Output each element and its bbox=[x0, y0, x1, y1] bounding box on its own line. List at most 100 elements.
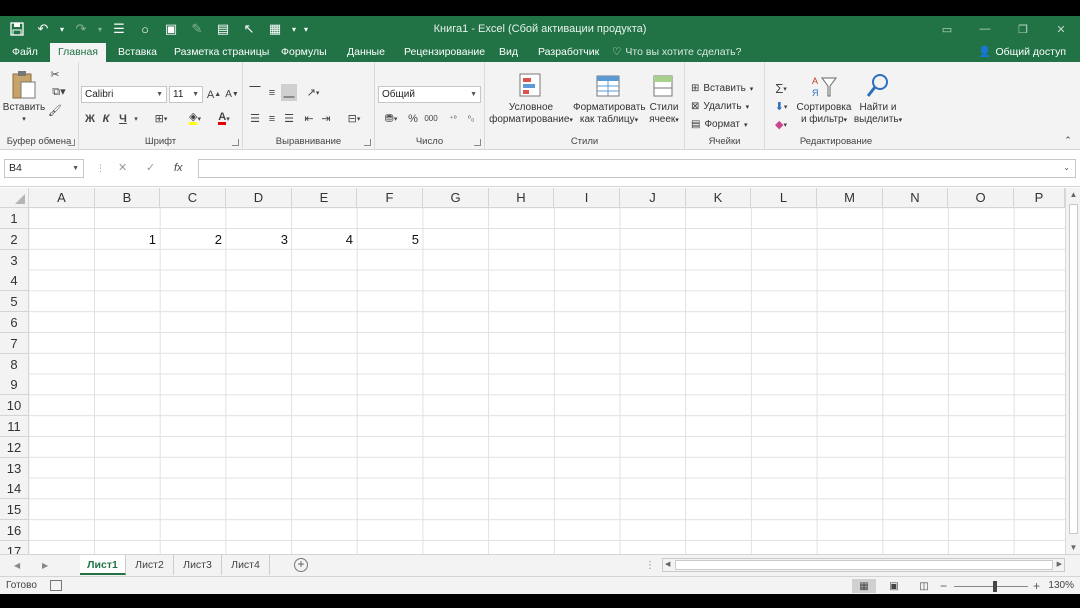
tab-home[interactable]: Главная bbox=[50, 43, 106, 62]
number-launcher-icon[interactable] bbox=[474, 139, 481, 146]
font-size-combo[interactable]: 11 ▼ bbox=[169, 86, 203, 103]
sort-filter-button[interactable]: AЯ Сортировка и фильтр▾ bbox=[795, 66, 853, 127]
row-header-3[interactable]: 3 bbox=[0, 249, 29, 271]
underline-button[interactable]: Ч bbox=[116, 110, 130, 127]
zoom-out-button[interactable]: − bbox=[940, 577, 947, 594]
merge-cells-icon[interactable]: ⊟ ▾ bbox=[341, 110, 367, 127]
row-header-8[interactable]: 8 bbox=[0, 353, 29, 375]
enter-icon[interactable]: ✓ bbox=[146, 159, 155, 178]
row-header-1[interactable]: 1 bbox=[0, 208, 29, 229]
tab-insert[interactable]: Вставка bbox=[112, 42, 163, 62]
row-header-10[interactable]: 10 bbox=[0, 395, 29, 417]
sheet-tab-2[interactable]: Лист2 bbox=[126, 555, 174, 575]
decrease-decimal-icon[interactable]: ⁰₀ bbox=[463, 110, 479, 127]
number-format-combo[interactable]: Общий ▼ bbox=[378, 86, 481, 103]
orientation-icon[interactable]: ↗ ▾ bbox=[301, 84, 325, 101]
zoom-slider[interactable] bbox=[954, 586, 1028, 587]
tab-developer[interactable]: Разработчик bbox=[532, 42, 605, 62]
column-header-m[interactable]: M bbox=[817, 188, 883, 208]
bold-button[interactable]: Ж bbox=[83, 110, 97, 127]
tab-review[interactable]: Рецензирование bbox=[398, 42, 491, 62]
scroll-up-icon[interactable]: ▲ bbox=[1066, 190, 1080, 199]
autosum-icon[interactable]: Σ ▾ bbox=[769, 80, 793, 97]
vertical-scroll-thumb[interactable] bbox=[1069, 204, 1078, 534]
ribbon-display-icon[interactable]: ▭ bbox=[928, 16, 966, 42]
row-header-2[interactable]: 2 bbox=[0, 228, 29, 250]
scroll-left-icon[interactable]: ◀ bbox=[665, 559, 670, 571]
align-top-icon[interactable]: ⎺ bbox=[247, 84, 263, 101]
add-sheet-icon[interactable]: + bbox=[294, 558, 308, 572]
column-header-j[interactable]: J bbox=[620, 188, 686, 208]
insert-cells-button[interactable]: ⊞ Вставить ▾ bbox=[691, 80, 753, 97]
zoom-level[interactable]: 130% bbox=[1048, 577, 1074, 594]
format-cells-button[interactable]: ▤ Формат ▾ bbox=[691, 116, 748, 133]
currency-format-icon[interactable]: ⛃ ▾ bbox=[378, 110, 404, 127]
column-header-g[interactable]: G bbox=[423, 188, 489, 208]
horizontal-scrollbar[interactable]: ◀ ▶ bbox=[662, 558, 1065, 572]
row-header-4[interactable]: 4 bbox=[0, 270, 29, 292]
restore-icon[interactable]: ❐ bbox=[1004, 16, 1042, 42]
italic-button[interactable]: К bbox=[99, 110, 113, 127]
cell-f2[interactable]: 5 bbox=[357, 229, 423, 250]
paste-button[interactable]: Вставить ▾ bbox=[2, 66, 46, 126]
tell-me-box[interactable]: ♡ Что вы хотите сделать? bbox=[612, 42, 742, 62]
tab-file[interactable]: Файл bbox=[6, 42, 44, 62]
tab-view[interactable]: Вид bbox=[493, 42, 524, 62]
fill-icon[interactable]: ⬇ ▾ bbox=[769, 98, 793, 115]
row-header-11[interactable]: 11 bbox=[0, 416, 29, 437]
alignment-launcher-icon[interactable] bbox=[364, 139, 371, 146]
column-header-b[interactable]: B bbox=[95, 188, 160, 208]
cell-e2[interactable]: 4 bbox=[292, 229, 357, 250]
row-header-5[interactable]: 5 bbox=[0, 291, 29, 313]
shrink-font-icon[interactable]: A ▼ bbox=[224, 86, 240, 103]
minimize-icon[interactable]: — bbox=[966, 16, 1004, 42]
cancel-icon[interactable]: ✕ bbox=[118, 159, 127, 178]
conditional-formatting-button[interactable]: Условное форматирование▾ bbox=[487, 66, 575, 127]
row-header-9[interactable]: 9 bbox=[0, 374, 29, 396]
zoom-slider-thumb[interactable] bbox=[993, 581, 997, 592]
format-as-table-button[interactable]: Форматировать как таблицу▾ bbox=[573, 66, 646, 127]
column-header-i[interactable]: I bbox=[554, 188, 620, 208]
row-header-15[interactable]: 15 bbox=[0, 499, 29, 521]
column-header-f[interactable]: F bbox=[357, 188, 423, 208]
increase-indent-icon[interactable]: ⇥ bbox=[318, 110, 334, 127]
copy-icon[interactable]: ⧉▾ bbox=[48, 84, 70, 100]
column-header-k[interactable]: K bbox=[686, 188, 751, 208]
next-sheet-icon[interactable]: ▶ bbox=[42, 555, 48, 577]
fill-color-icon[interactable]: ◈ ▾ bbox=[183, 110, 207, 127]
expand-formula-bar-icon[interactable]: ⌄ bbox=[1063, 163, 1070, 172]
percent-format-icon[interactable]: % bbox=[406, 110, 420, 127]
select-all-button[interactable] bbox=[0, 188, 29, 208]
find-select-button[interactable]: Найти и выделить▾ bbox=[851, 66, 905, 127]
tab-page-layout[interactable]: Разметка страницы bbox=[168, 42, 275, 62]
cell-d2[interactable]: 3 bbox=[226, 229, 292, 250]
column-header-n[interactable]: N bbox=[883, 188, 948, 208]
page-break-view-icon[interactable]: ◫ bbox=[912, 579, 936, 593]
underline-dropdown-icon[interactable]: ▾ bbox=[131, 110, 141, 127]
formula-input[interactable]: ⌄ bbox=[198, 159, 1076, 178]
clear-icon[interactable]: ◆ ▾ bbox=[769, 116, 793, 133]
font-name-combo[interactable]: Calibri ▼ bbox=[81, 86, 167, 103]
align-middle-icon[interactable]: ≡ bbox=[264, 84, 280, 101]
sheet-tab-1[interactable]: Лист1 bbox=[80, 555, 126, 575]
row-header-14[interactable]: 14 bbox=[0, 478, 29, 500]
column-header-e[interactable]: E bbox=[292, 188, 357, 208]
share-button[interactable]: 👤 Общий доступ bbox=[978, 42, 1066, 62]
column-header-h[interactable]: H bbox=[489, 188, 554, 208]
grow-font-icon[interactable]: A ▲ bbox=[206, 86, 222, 103]
name-box[interactable]: B4 ▼ bbox=[4, 159, 84, 178]
column-header-c[interactable]: C bbox=[160, 188, 226, 208]
format-painter-icon[interactable]: 🖌 bbox=[48, 102, 62, 118]
decrease-indent-icon[interactable]: ⇤ bbox=[301, 110, 317, 127]
delete-cells-button[interactable]: ⊠ Удалить ▾ bbox=[691, 98, 749, 115]
insert-function-button[interactable]: fx bbox=[174, 159, 183, 178]
vertical-scrollbar[interactable]: ▲ ▼ bbox=[1065, 188, 1080, 554]
cell-c2[interactable]: 2 bbox=[160, 229, 226, 250]
macro-record-icon[interactable] bbox=[50, 580, 62, 591]
tab-data[interactable]: Данные bbox=[341, 42, 391, 62]
row-header-17[interactable]: 17 bbox=[0, 540, 29, 554]
row-header-6[interactable]: 6 bbox=[0, 312, 29, 333]
sheet-tab-3[interactable]: Лист3 bbox=[174, 555, 222, 575]
collapse-ribbon-icon[interactable]: ⌃ bbox=[1062, 135, 1074, 145]
column-header-p[interactable]: P bbox=[1014, 188, 1065, 208]
